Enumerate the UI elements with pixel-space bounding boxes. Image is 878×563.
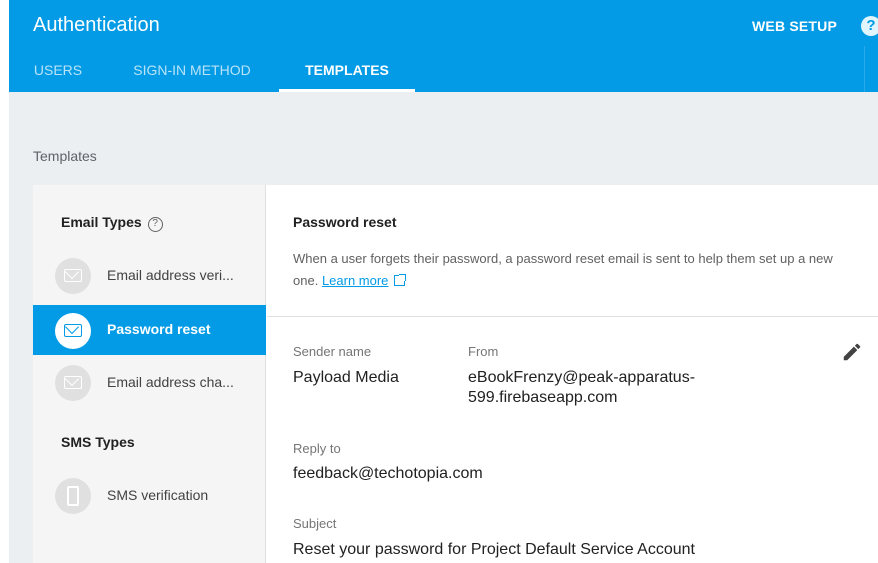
from-label: From bbox=[468, 344, 499, 359]
sidebar-item-label: Password reset bbox=[107, 321, 211, 337]
templates-panel: Email Types? Email address veri... Passw… bbox=[33, 185, 878, 563]
subject-label: Subject bbox=[293, 516, 337, 531]
sms-types-heading: SMS Types bbox=[61, 434, 135, 450]
reply-to-value: feedback@techotopia.com bbox=[293, 465, 483, 482]
window-left-edge bbox=[0, 0, 9, 563]
help-icon[interactable]: ? bbox=[861, 16, 878, 36]
sidebar-item-label: Email address veri... bbox=[107, 267, 234, 283]
from-value-line: 599.firebaseapp.com bbox=[468, 389, 618, 406]
email-types-label: Email Types bbox=[61, 214, 142, 230]
sender-name-value: Payload Media bbox=[293, 369, 399, 386]
active-tab-indicator bbox=[279, 89, 415, 92]
envelope-icon bbox=[55, 313, 91, 349]
sidebar-item-email-change[interactable]: Email address cha... bbox=[33, 357, 266, 407]
edit-pencil-icon[interactable] bbox=[841, 341, 863, 363]
email-types-heading: Email Types? bbox=[61, 214, 163, 232]
envelope-icon bbox=[55, 258, 91, 294]
section-label: Templates bbox=[33, 148, 97, 164]
divider bbox=[267, 316, 878, 317]
sidebar-item-label: Email address cha... bbox=[107, 374, 234, 390]
tab-templates[interactable]: TEMPLATES bbox=[279, 52, 415, 92]
template-detail: Password reset When a user forgets their… bbox=[267, 185, 878, 563]
tab-bar: USERS SIGN-IN METHOD TEMPLATES bbox=[9, 52, 878, 92]
template-title: Password reset bbox=[293, 214, 397, 230]
template-type-sidebar: Email Types? Email address veri... Passw… bbox=[33, 185, 266, 563]
from-value: eBookFrenzy@peak-apparatus- 599.firebase… bbox=[468, 368, 695, 408]
info-icon[interactable]: ? bbox=[147, 217, 163, 232]
tab-users[interactable]: USERS bbox=[33, 52, 83, 92]
app-header: Authentication WEB SETUP ? USERS SIGN-IN… bbox=[9, 0, 878, 92]
reply-to-label: Reply to bbox=[293, 441, 341, 456]
from-value-line: eBookFrenzy@peak-apparatus- bbox=[468, 369, 696, 386]
learn-more-link[interactable]: Learn more bbox=[322, 273, 388, 288]
template-description: When a user forgets their password, a pa… bbox=[293, 248, 853, 292]
web-setup-button[interactable]: WEB SETUP bbox=[752, 18, 837, 34]
envelope-icon bbox=[55, 365, 91, 401]
subject-value: Reset your password for Project Default … bbox=[293, 541, 695, 558]
tab-sign-in-method[interactable]: SIGN-IN METHOD bbox=[127, 52, 257, 92]
page-title: Authentication bbox=[33, 14, 160, 36]
sender-name-label: Sender name bbox=[293, 344, 372, 359]
external-link-icon[interactable] bbox=[394, 274, 407, 286]
sidebar-item-email-verification[interactable]: Email address veri... bbox=[33, 250, 266, 300]
phone-icon bbox=[55, 478, 91, 514]
sidebar-item-label: SMS verification bbox=[107, 487, 209, 503]
sidebar-item-sms-verification[interactable]: SMS verification bbox=[33, 470, 266, 520]
sidebar-item-password-reset[interactable]: Password reset bbox=[33, 305, 266, 355]
